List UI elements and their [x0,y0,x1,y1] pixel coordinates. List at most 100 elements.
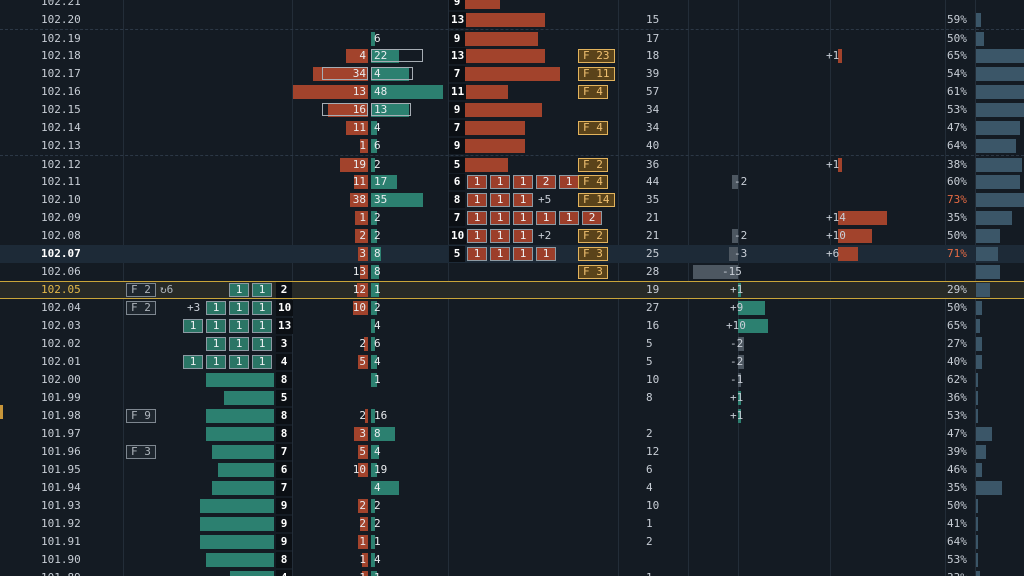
order-flag-tag[interactable]: F 14 [578,193,615,207]
left-order-tag[interactable]: F 3 [126,445,156,459]
ladder-row-102-09[interactable]: 102.09 1 2 7 1 1 1 1 1 2 21 +14 35% [0,209,1024,227]
order-flag-tag[interactable]: F 3 [578,265,608,279]
ladder-row-102-21[interactable]: 102.21 9 [0,0,1024,11]
ask-volume-total[interactable]: 9 [449,102,465,118]
ask-volume-total[interactable]: 11 [449,84,467,100]
ask-volume-total[interactable]: 10 [449,228,467,244]
bid-cell[interactable]: 1 [229,319,249,333]
ask-cell[interactable]: 1 [490,247,510,261]
ladder-row-101-93[interactable]: 101.93 9 2 2 10 50% [0,497,1024,515]
ask-cell[interactable]: 1 [513,229,533,243]
ladder-row-102-10[interactable]: 102.10 38 35 8 1 1 1 +5 F 14 35 73% [0,191,1024,209]
ask-volume-total[interactable]: 6 [449,174,465,190]
ladder-row-101-91[interactable]: 101.91 9 1 1 2 64% [0,533,1024,551]
bid-cell[interactable]: 1 [206,301,226,315]
ask-cell[interactable]: 1 [467,211,487,225]
ask-cell[interactable]: 1 [467,247,487,261]
bid-cell[interactable]: 1 [252,337,272,351]
ask-cell[interactable]: 1 [490,211,510,225]
ladder-row-102-03[interactable]: 102.03 13 1 1 1 1 4 16 +10 65% [0,317,1024,335]
ladder-row-101-90[interactable]: 101.90 8 1 4 53% [0,551,1024,569]
ladder-row-101-92[interactable]: 101.92 9 2 2 1 41% [0,515,1024,533]
bid-cell[interactable]: 1 [229,283,249,297]
bid-volume-total[interactable]: 10 [276,300,294,316]
ladder-row-102-06[interactable]: 102.06 13 8 F 3 28 -15 [0,263,1024,281]
bid-cell[interactable]: 1 [183,355,203,369]
bid-cell[interactable]: 1 [229,355,249,369]
ladder-row-102-07[interactable]: 102.07 3 8 5 1 1 1 1 F 3 25 -3 +6 71% [0,245,1024,263]
ladder-row-101-99[interactable]: 101.99 5 8 +1 36% [0,389,1024,407]
ladder-row-101-94[interactable]: 101.94 7 4 4 35% [0,479,1024,497]
bid-volume-total[interactable]: 6 [276,462,292,478]
ask-cell[interactable]: 1 [536,247,556,261]
ask-cell[interactable]: 1 [467,193,487,207]
ask-volume-total[interactable]: 5 [449,246,465,262]
ladder-row-101-97[interactable]: 101.97 8 3 8 2 47% [0,425,1024,443]
ask-volume-total[interactable]: 9 [449,0,465,10]
ask-cell[interactable]: 1 [559,175,579,189]
ask-cell[interactable]: 1 [536,211,556,225]
bid-volume-total[interactable]: 9 [276,534,292,550]
left-order-tag[interactable]: F 9 [126,409,156,423]
bid-volume-total[interactable]: 4 [276,354,292,370]
order-flag-tag[interactable]: F 4 [578,175,608,189]
order-flag-tag[interactable]: F 2 [578,158,608,172]
ask-cell[interactable]: 1 [467,229,487,243]
ask-volume-total[interactable]: 13 [449,12,467,28]
bid-volume-total[interactable]: 4 [276,570,292,576]
ladder-row-102-16[interactable]: 102.16 13 48 11 F 4 57 61% [0,83,1024,101]
ask-volume-total[interactable]: 9 [449,31,465,47]
ask-cell[interactable]: 1 [490,175,510,189]
ladder-row-101-96[interactable]: 101.96 F 3 7 5 4 12 39% [0,443,1024,461]
price-ladder[interactable]: 102.21 9 102.20 13 15 59% 102.19 6 9 17 50% 102.18 4… [0,0,1024,576]
ladder-row-102-18[interactable]: 102.18 4 22 13 F 23 18 +1 65% [0,47,1024,65]
bid-cell[interactable]: 1 [206,319,226,333]
ladder-row-102-13[interactable]: 102.13 1 6 9 40 64% [0,137,1024,155]
bid-cell[interactable]: 1 [206,337,226,351]
bid-cell[interactable]: 1 [183,319,203,333]
ask-volume-total[interactable]: 7 [449,66,465,82]
bid-volume-total[interactable]: 7 [276,444,292,460]
ask-cell[interactable]: 2 [536,175,556,189]
bid-volume-total[interactable]: 9 [276,516,292,532]
bid-volume-total[interactable]: 8 [276,552,292,568]
ask-cell[interactable]: 1 [559,211,579,225]
bid-volume-total[interactable]: 9 [276,498,292,514]
bid-volume-total[interactable]: 7 [276,480,292,496]
bid-cell[interactable]: 1 [206,355,226,369]
ask-volume-total[interactable]: 9 [449,138,465,154]
ladder-row-102-01[interactable]: 102.01 4 1 1 1 1 5 4 5 -2 40% [0,353,1024,371]
order-flag-tag[interactable]: F 11 [578,67,615,81]
left-order-tag[interactable]: F 2 [126,283,156,297]
order-flag-tag[interactable]: F 4 [578,85,608,99]
ask-cell[interactable]: 1 [513,193,533,207]
ladder-row-102-19[interactable]: 102.19 6 9 17 50% [0,29,1024,47]
ladder-row-102-00[interactable]: 102.00 8 1 10 -1 62% [0,371,1024,389]
ask-cell[interactable]: 1 [513,247,533,261]
order-flag-tag[interactable]: F 2 [578,229,608,243]
ladder-row-102-14[interactable]: 102.14 11 4 7 F 4 34 47% [0,119,1024,137]
bid-volume-total[interactable]: 8 [276,372,292,388]
ladder-row-102-02[interactable]: 102.02 3 1 1 1 2 6 5 -2 27% [0,335,1024,353]
ladder-row-101-95[interactable]: 101.95 6 10 19 6 46% [0,461,1024,479]
bid-volume-total[interactable]: 8 [276,408,292,424]
bid-cell[interactable]: 1 [252,319,272,333]
ladder-row-101-89[interactable]: 101.89 4 1 1 1 33% [0,569,1024,576]
ask-volume-total[interactable]: 13 [449,48,467,64]
ask-cell[interactable]: 1 [490,193,510,207]
order-flag-tag[interactable]: F 3 [578,247,608,261]
left-order-tag[interactable]: F 2 [126,301,156,315]
bid-volume-total[interactable]: 8 [276,426,292,442]
ladder-row-102-20[interactable]: 102.20 13 15 59% [0,11,1024,29]
ask-cell[interactable]: 1 [513,175,533,189]
bid-volume-total[interactable]: 13 [276,318,294,334]
ladder-row-101-98[interactable]: 101.98 F 9 8 2 16 +1 53% [0,407,1024,425]
ask-volume-total[interactable]: 8 [449,192,465,208]
bid-cell[interactable]: 1 [252,355,272,369]
ladder-row-102-17[interactable]: 102.17 34 4 7 F 11 39 54% [0,65,1024,83]
bid-cell[interactable]: 1 [252,283,272,297]
ladder-row-102-05[interactable]: 102.05 F 2 ↻6 2 1 1 12 1 19 +1 29% [0,281,1024,299]
ladder-row-102-12[interactable]: 102.12 19 2 5 F 2 36 +1 38% [0,155,1024,173]
bid-volume-total[interactable]: 3 [276,336,292,352]
bid-cell[interactable]: 1 [229,301,249,315]
